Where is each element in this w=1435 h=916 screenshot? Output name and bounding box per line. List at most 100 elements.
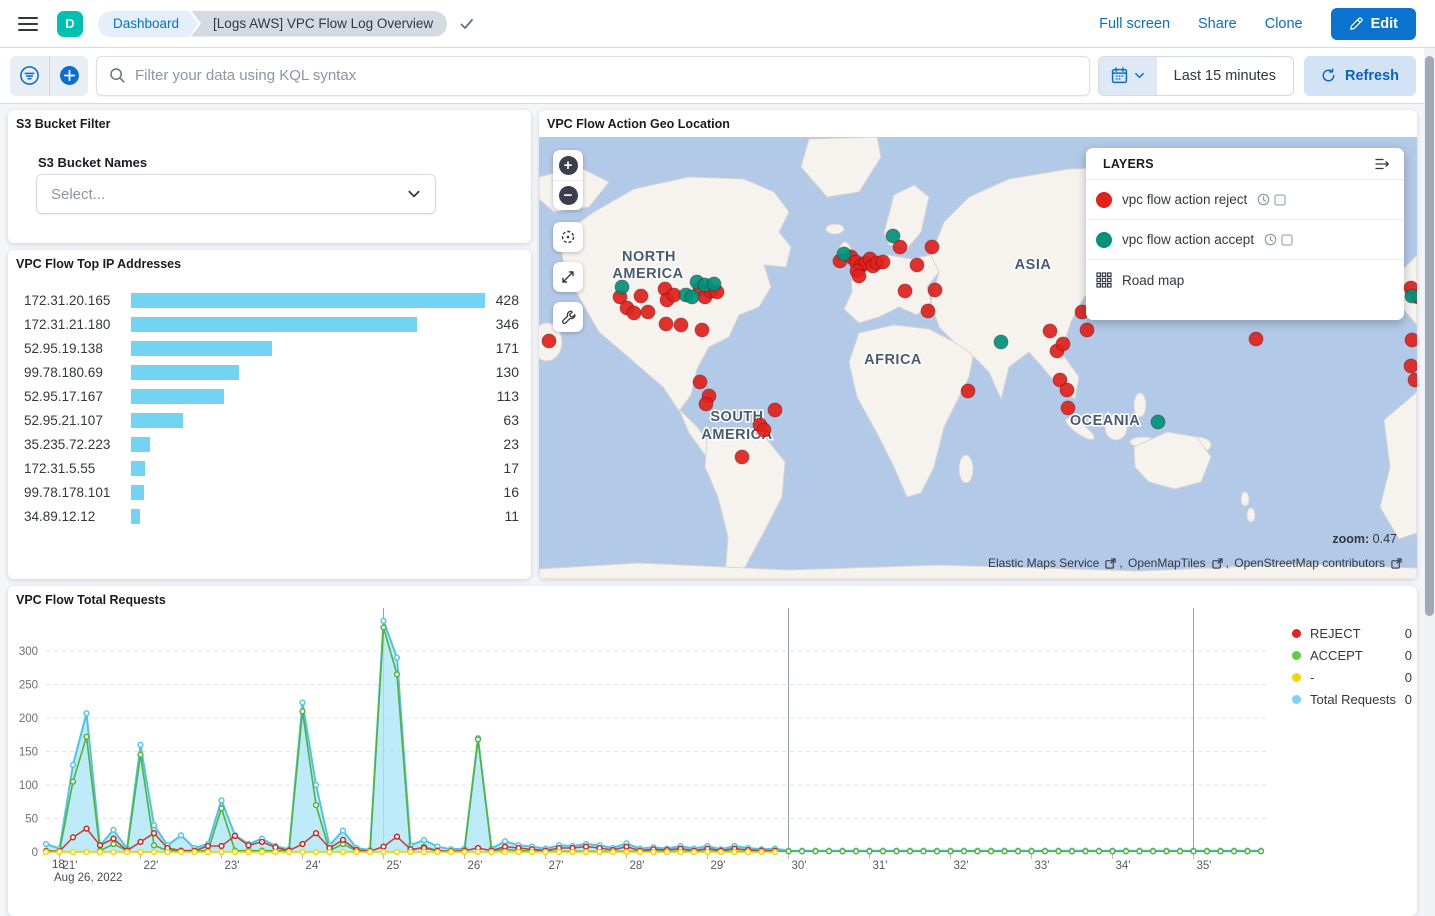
reject-point[interactable]: [852, 269, 866, 283]
menu-icon[interactable]: [18, 17, 38, 31]
reject-point[interactable]: [1408, 373, 1417, 387]
layer-vpc-flow-action-accept[interactable]: vpc flow action accept: [1086, 220, 1404, 260]
ip-bar[interactable]: [131, 485, 144, 500]
ip-row[interactable]: 172.31.20.165428: [24, 288, 519, 312]
space-avatar[interactable]: D: [57, 11, 83, 37]
refresh-button[interactable]: Refresh: [1304, 56, 1416, 96]
ip-bar-track: [131, 317, 477, 332]
accept-point[interactable]: [886, 229, 900, 243]
reject-point[interactable]: [1061, 401, 1075, 415]
accept-point[interactable]: [707, 277, 721, 291]
reject-point[interactable]: [693, 375, 707, 389]
layer-road-map[interactable]: Road map: [1086, 260, 1404, 300]
ip-bar[interactable]: [131, 461, 145, 476]
accept-point[interactable]: [1151, 415, 1165, 429]
zoom-in-button[interactable]: +: [553, 150, 583, 180]
full-screen-button[interactable]: Full screen: [1099, 16, 1170, 32]
reject-point[interactable]: [641, 305, 655, 319]
ip-row[interactable]: 172.31.5.5517: [24, 456, 519, 480]
ip-bar[interactable]: [131, 365, 239, 380]
ip-row[interactable]: 99.78.180.69130: [24, 360, 519, 384]
accept-point[interactable]: [837, 247, 851, 261]
attribution-link[interactable]: OpenMapTiles: [1128, 556, 1206, 570]
filter-menu-icon[interactable]: [10, 56, 49, 96]
ip-row[interactable]: 99.78.178.10116: [24, 480, 519, 504]
reject-point[interactable]: [1404, 359, 1417, 373]
reject-point[interactable]: [1056, 337, 1070, 351]
map-zoom-controls: + −: [553, 150, 583, 210]
reject-point[interactable]: [876, 255, 890, 269]
ip-bar-track: [131, 485, 477, 500]
x-tick-label: 32': [954, 860, 969, 872]
reject-point[interactable]: [928, 283, 942, 297]
reject-point[interactable]: [659, 317, 673, 331]
reject-point[interactable]: [898, 284, 912, 298]
accept-point[interactable]: [1405, 289, 1417, 303]
breadcrumb-dashboard[interactable]: Dashboard: [98, 11, 189, 37]
scrollbar-track[interactable]: [1424, 48, 1435, 916]
ip-row[interactable]: 34.89.12.1211: [24, 504, 519, 528]
ip-row[interactable]: 172.31.21.180346: [24, 312, 519, 336]
reject-point[interactable]: [910, 258, 924, 272]
reject-point[interactable]: [1249, 332, 1263, 346]
reject-point[interactable]: [542, 334, 556, 348]
continent-label: OCEANIA: [1070, 413, 1140, 429]
clone-button[interactable]: Clone: [1265, 16, 1303, 32]
reject-point[interactable]: [627, 306, 641, 320]
ip-row[interactable]: 52.95.21.10763: [24, 408, 519, 432]
reject-point[interactable]: [674, 318, 688, 332]
total-requests-chart[interactable]: 05010015020025030021'22'23'24'25'26'27'2…: [8, 586, 1417, 896]
ip-bar[interactable]: [131, 341, 272, 356]
reject-point[interactable]: [699, 397, 713, 411]
reject-point[interactable]: [695, 323, 709, 337]
attribution-link[interactable]: OpenStreetMap contributors: [1234, 556, 1385, 570]
reject-point[interactable]: [1060, 383, 1074, 397]
accept-point[interactable]: [685, 290, 699, 304]
attribution-link[interactable]: Elastic Maps Service: [988, 556, 1099, 570]
ip-row[interactable]: 52.95.17.167113: [24, 384, 519, 408]
wrench-icon[interactable]: [553, 302, 583, 332]
edit-button[interactable]: Edit: [1331, 8, 1416, 40]
share-button[interactable]: Share: [1198, 16, 1237, 32]
layer-vpc-flow-action-reject[interactable]: vpc flow action reject: [1086, 180, 1404, 220]
legend-item[interactable]: -0: [1292, 666, 1412, 688]
accept-point[interactable]: [615, 280, 629, 294]
ip-bar[interactable]: [131, 437, 150, 452]
ip-row[interactable]: 52.95.19.138171: [24, 336, 519, 360]
add-filter-icon[interactable]: [49, 56, 88, 96]
legend-item[interactable]: REJECT0: [1292, 622, 1412, 644]
ip-row[interactable]: 35.235.72.22323: [24, 432, 519, 456]
ip-bar[interactable]: [131, 413, 183, 428]
accept-point[interactable]: [994, 335, 1008, 349]
reject-point[interactable]: [961, 384, 975, 398]
ip-count: 113: [477, 388, 519, 404]
scrollbar-thumb[interactable]: [1425, 56, 1434, 616]
ip-bar[interactable]: [131, 317, 417, 332]
s3-bucket-select[interactable]: Select...: [36, 174, 436, 214]
crosshair-icon[interactable]: [553, 222, 583, 252]
reject-point[interactable]: [757, 423, 771, 437]
time-range-button[interactable]: Last 15 minutes: [1157, 57, 1293, 95]
reject-point[interactable]: [1080, 323, 1094, 337]
zoom-out-button[interactable]: −: [553, 180, 583, 210]
calendar-dropdown-button[interactable]: [1099, 57, 1157, 95]
legend-item[interactable]: Total Requests0: [1292, 688, 1412, 710]
reject-point[interactable]: [768, 403, 782, 417]
collapse-panel-icon[interactable]: [1374, 156, 1390, 172]
reject-point[interactable]: [1405, 333, 1417, 347]
ip-bar[interactable]: [131, 293, 485, 308]
reject-point[interactable]: [735, 450, 749, 464]
kql-search-bar[interactable]: [96, 56, 1090, 96]
legend-item[interactable]: ACCEPT0: [1292, 644, 1412, 666]
breadcrumb-page-title[interactable]: [Logs AWS] VPC Flow Log Overview: [191, 11, 447, 37]
world-map[interactable]: NORTHAMERICASOUTHAMERICAAFRICAASIAOCEANI…: [539, 137, 1417, 579]
map-attribution[interactable]: Elastic Maps Service, OpenMapTiles, Open…: [988, 556, 1403, 570]
reject-point[interactable]: [921, 304, 935, 318]
reject-point[interactable]: [1043, 324, 1057, 338]
reject-point[interactable]: [634, 289, 648, 303]
ip-bar[interactable]: [131, 509, 140, 524]
kql-search-input[interactable]: [135, 67, 1077, 84]
expand-icon[interactable]: [553, 262, 583, 292]
reject-point[interactable]: [925, 240, 939, 254]
ip-bar[interactable]: [131, 389, 224, 404]
